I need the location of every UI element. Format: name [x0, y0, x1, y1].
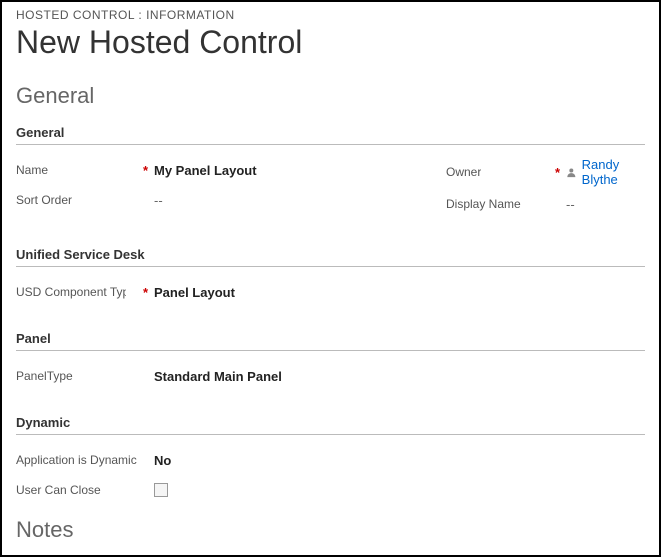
page-title: New Hosted Control: [16, 24, 645, 61]
required-mark: *: [555, 165, 560, 180]
person-icon: [566, 166, 577, 179]
sort-order-label: Sort Order: [16, 193, 72, 207]
breadcrumb: HOSTED CONTROL : INFORMATION: [16, 8, 645, 22]
dynamic-subsection-title: Dynamic: [16, 415, 645, 435]
display-name-label: Display Name: [446, 197, 521, 211]
usd-subsection-title: Unified Service Desk: [16, 247, 645, 267]
general-section-title: General: [16, 83, 645, 109]
user-can-close-label: User Can Close: [16, 483, 101, 497]
owner-label: Owner: [446, 165, 481, 179]
panel-type-row[interactable]: PanelType Standard Main Panel: [16, 363, 645, 389]
app-dynamic-label: Application is Dynamic: [16, 453, 137, 467]
name-label: Name: [16, 163, 48, 177]
app-dynamic-value[interactable]: No: [154, 453, 645, 468]
name-value[interactable]: My Panel Layout: [154, 163, 426, 178]
display-name-field-row[interactable]: Display Name --: [446, 191, 645, 217]
required-mark: *: [143, 285, 148, 300]
notes-section-title: Notes: [16, 517, 645, 543]
usd-component-row[interactable]: USD Component Type * Panel Layout: [16, 279, 645, 305]
panel-type-label: PanelType: [16, 369, 73, 383]
panel-subsection-title: Panel: [16, 331, 645, 351]
general-subsection-title: General: [16, 125, 645, 145]
owner-link[interactable]: Randy Blythe: [582, 157, 645, 187]
app-dynamic-row[interactable]: Application is Dynamic No: [16, 447, 645, 473]
user-can-close-checkbox[interactable]: [154, 483, 168, 497]
sort-order-field-row[interactable]: Sort Order --: [16, 187, 426, 213]
usd-component-label: USD Component Type: [16, 285, 126, 299]
display-name-value[interactable]: --: [566, 197, 645, 212]
required-mark: *: [143, 163, 148, 178]
usd-component-value[interactable]: Panel Layout: [154, 285, 645, 300]
name-field-row[interactable]: Name * My Panel Layout: [16, 157, 426, 183]
owner-field-row[interactable]: Owner * Randy Blythe: [446, 157, 645, 187]
user-can-close-row[interactable]: User Can Close: [16, 477, 645, 503]
panel-type-value[interactable]: Standard Main Panel: [154, 369, 645, 384]
sort-order-value[interactable]: --: [154, 193, 426, 208]
